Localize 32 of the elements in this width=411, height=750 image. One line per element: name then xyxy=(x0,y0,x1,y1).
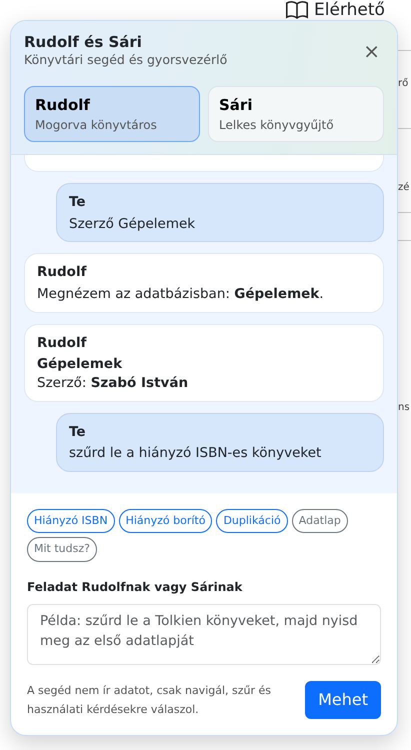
book-icon xyxy=(286,1,308,20)
page-text: ns xyxy=(398,401,410,415)
message-sender: Te xyxy=(69,422,87,442)
footer-note: A segéd nem ír adatot, csak navigál, szűr és használati kérdésekre válaszol. xyxy=(27,682,272,718)
quick-action-chip[interactable]: Adatlap xyxy=(292,508,348,533)
message-text: Szerző Gépelemek xyxy=(69,214,196,234)
message-text: szűrd le a hiányzó ISBN-es könyveket xyxy=(69,444,322,463)
message-sender: Rudolf xyxy=(37,334,88,353)
message-text: Megnézem az adatbázisban: Gépelemek. xyxy=(37,284,325,304)
page-text: rő xyxy=(398,77,408,91)
page-text: zé xyxy=(398,181,410,195)
quick-action-chip[interactable]: Mit tudsz? xyxy=(27,537,97,562)
field-label: Feladat Rudolfnak vagy Sárinak xyxy=(27,578,244,596)
quick-action-chip[interactable]: Duplikáció xyxy=(216,508,288,533)
close-button[interactable]: × xyxy=(359,41,384,62)
panel-title: Rudolf és Sári xyxy=(24,33,143,51)
message-text: Gépelemek xyxy=(37,354,124,374)
quick-action-chip[interactable]: Hiányzó ISBN xyxy=(27,508,115,533)
persona-card[interactable]: Sári Lelkes könyvgyűjtő xyxy=(208,86,384,142)
persona-name: Sári xyxy=(219,94,254,116)
persona-name: Rudolf xyxy=(35,94,91,116)
page-title: Elérhető xyxy=(314,2,385,19)
persona-description: Lelkes könyvgyűjtő xyxy=(219,117,335,134)
submit-button[interactable]: Mehet xyxy=(305,680,381,718)
quick-action-chip[interactable]: Hiányzó borító xyxy=(118,508,212,533)
panel-subtitle: Könyvtári segéd és gyorsvezérlő xyxy=(24,51,228,69)
message-sender: Rudolf xyxy=(37,263,88,282)
persona-card[interactable]: Rudolf Mogorva könyvtáros xyxy=(24,86,200,142)
message-sender: Te xyxy=(69,193,87,212)
task-input[interactable]: Példa: szűrd le a Tolkien könyveket, majd nyisd meg az első adatlapját xyxy=(27,604,381,664)
persona-description: Mogorva könyvtáros xyxy=(35,117,158,134)
message-text: Szerző: Szabó István xyxy=(37,374,190,393)
